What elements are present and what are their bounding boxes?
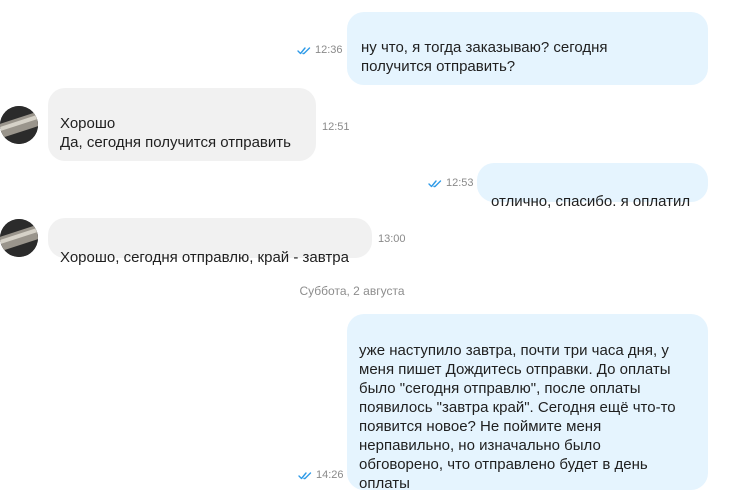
contact-avatar[interactable] bbox=[0, 219, 38, 257]
double-check-icon bbox=[428, 179, 442, 187]
message-meta: 12:36 bbox=[297, 44, 343, 56]
message-bubble-outgoing[interactable]: отлично, спасибо. я оплатил bbox=[477, 163, 708, 210]
message-bubble-incoming[interactable]: Хорошо, сегодня отправлю, край - завтра bbox=[48, 218, 372, 266]
double-check-icon bbox=[298, 471, 312, 479]
message-meta: 14:26 bbox=[298, 469, 344, 481]
date-separator: Суббота, 2 августа bbox=[299, 284, 405, 298]
double-check-icon bbox=[297, 46, 311, 54]
message-time: 12:36 bbox=[315, 44, 343, 56]
message-time: 12:51 bbox=[322, 121, 350, 133]
message-text: отлично, спасибо. я оплатил bbox=[491, 193, 691, 210]
message-text: Хорошо Да, сегодня получится отправить bbox=[60, 115, 291, 151]
chat-history: 12:36 ну что, я тогда заказываю? сегодня… bbox=[0, 0, 730, 495]
message-meta: 12:51 bbox=[322, 121, 350, 133]
avatar-image bbox=[0, 106, 38, 144]
message-bubble-outgoing[interactable]: уже наступило завтра, почти три часа дня… bbox=[347, 314, 708, 492]
message-meta: 12:53 bbox=[428, 177, 474, 189]
message-time: 14:26 bbox=[316, 469, 344, 481]
message-text: уже наступило завтра, почти три часа дня… bbox=[359, 342, 676, 492]
message-meta: 13:00 bbox=[378, 233, 406, 245]
message-text: ну что, я тогда заказываю? сегодня получ… bbox=[361, 39, 608, 75]
message-bubble-incoming[interactable]: Хорошо Да, сегодня получится отправить bbox=[48, 88, 316, 161]
contact-avatar[interactable] bbox=[0, 106, 38, 144]
message-text: Хорошо, сегодня отправлю, край - завтра bbox=[60, 249, 349, 266]
avatar-image bbox=[0, 219, 38, 257]
message-time: 12:53 bbox=[446, 177, 474, 189]
message-bubble-outgoing[interactable]: ну что, я тогда заказываю? сегодня получ… bbox=[347, 12, 708, 85]
message-time: 13:00 bbox=[378, 233, 406, 245]
